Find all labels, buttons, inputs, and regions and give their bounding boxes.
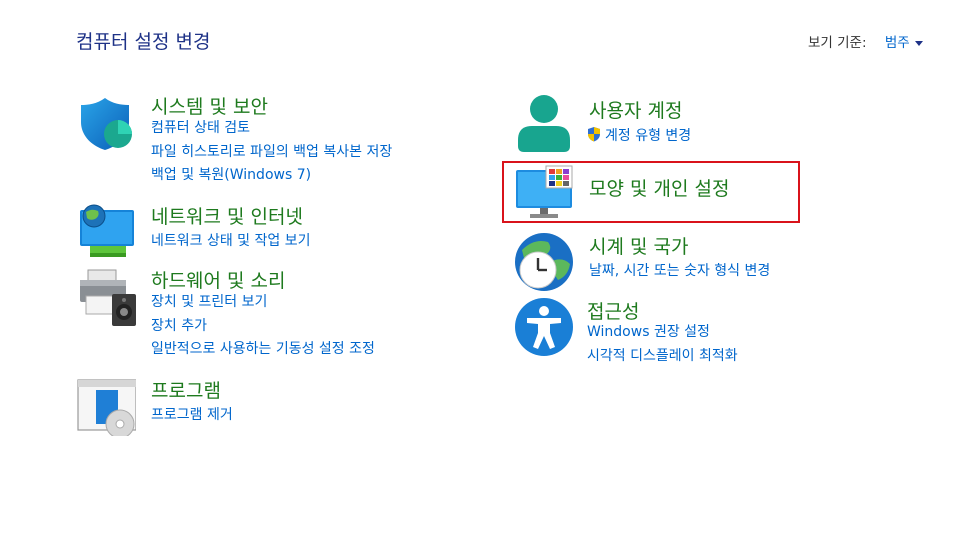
page-title: 컴퓨터 설정 변경: [76, 31, 211, 53]
link-change-account-type[interactable]: 계정 유형 변경: [586, 125, 691, 149]
view-by-label: 보기 기준:: [808, 35, 867, 51]
accessibility-icon[interactable]: [514, 297, 574, 357]
link-backup-restore[interactable]: 백업 및 복원(Windows 7): [151, 164, 392, 188]
link-recommended-settings[interactable]: Windows 권장 설정: [587, 321, 738, 345]
printer-speaker-icon[interactable]: [76, 266, 136, 326]
category-title-clock-region[interactable]: 시계 및 국가: [589, 232, 688, 259]
user-icon[interactable]: [514, 94, 574, 154]
category-title-user-accounts[interactable]: 사용자 계정: [589, 96, 682, 123]
shield-icon[interactable]: [76, 92, 136, 152]
category-title-network-internet[interactable]: 네트워크 및 인터넷: [151, 202, 303, 229]
view-by-dropdown[interactable]: 범주: [885, 35, 923, 51]
link-uninstall-program[interactable]: 프로그램 제거: [151, 404, 233, 428]
chevron-down-icon[interactable]: [914, 40, 923, 46]
link-date-time-format[interactable]: 날짜, 시간 또는 숫자 형식 변경: [589, 260, 770, 284]
link-devices-printers[interactable]: 장치 및 프린터 보기: [151, 291, 375, 315]
category-title-ease-of-access[interactable]: 접근성: [587, 297, 639, 324]
link-mobility-settings[interactable]: 일반적으로 사용하는 기동성 설정 조정: [151, 338, 375, 362]
category-title-programs[interactable]: 프로그램: [151, 376, 221, 403]
link-add-device[interactable]: 장치 추가: [151, 315, 375, 339]
link-file-history[interactable]: 파일 히스토리로 파일의 백업 복사본 저장: [151, 141, 392, 165]
view-by: 보기 기준: 범주: [808, 31, 923, 51]
selection-highlight-box: [502, 161, 800, 223]
category-title-hardware-sound[interactable]: 하드웨어 및 소리: [151, 266, 285, 293]
clock-globe-icon[interactable]: [514, 232, 574, 292]
link-optimize-display[interactable]: 시각적 디스플레이 최적화: [587, 345, 738, 369]
uac-shield-icon: [588, 127, 600, 142]
link-change-account-type-label[interactable]: 계정 유형 변경: [605, 128, 691, 144]
program-disc-icon[interactable]: [76, 376, 136, 436]
link-network-status[interactable]: 네트워크 상태 및 작업 보기: [151, 230, 310, 254]
view-by-value[interactable]: 범주: [885, 35, 910, 51]
network-globe-icon[interactable]: [76, 202, 136, 262]
link-review-status[interactable]: 컴퓨터 상태 검토: [151, 117, 392, 141]
category-title-system-security[interactable]: 시스템 및 보안: [151, 92, 268, 119]
